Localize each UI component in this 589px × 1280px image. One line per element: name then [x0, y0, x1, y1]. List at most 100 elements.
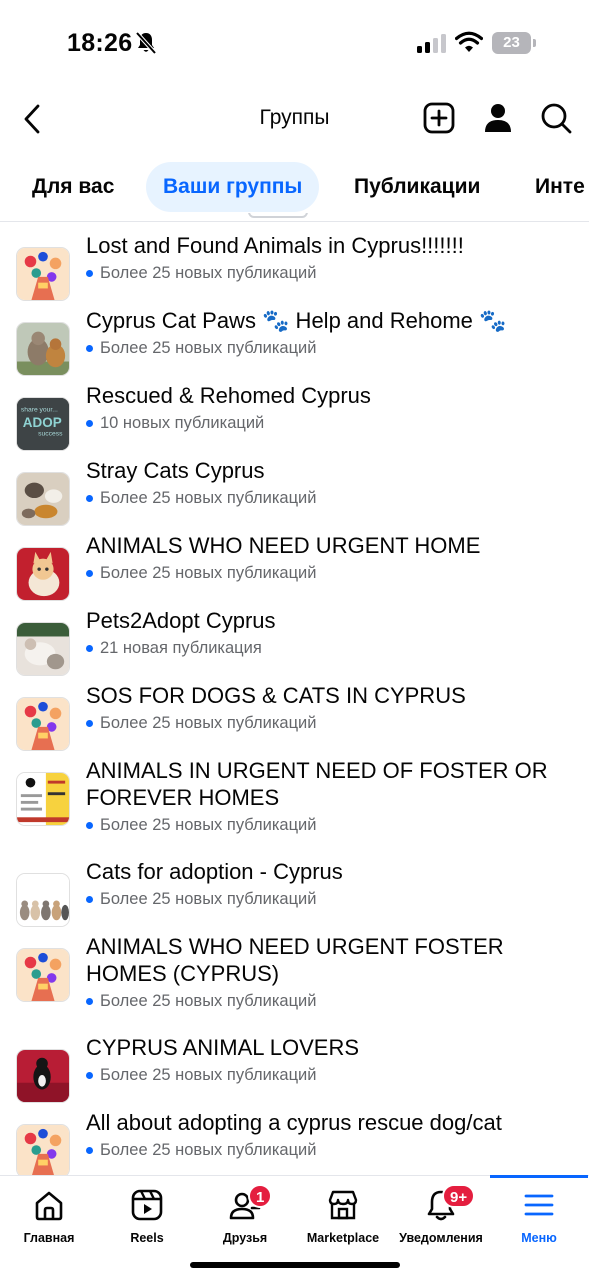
status-bar: 18:26 23 [0, 0, 589, 88]
nav-label: Главная [23, 1231, 75, 1245]
group-activity: Более 25 новых публикаций [100, 816, 317, 834]
unread-dot [86, 644, 93, 652]
group-row[interactable]: Lost and Found Animals in Cyprus!!!!!!! … [0, 232, 589, 307]
group-activity: Более 25 новых публикаций [100, 339, 317, 357]
group-name: ANIMALS WHO NEED URGENT FOSTER HOMES (CY… [86, 934, 504, 986]
group-row[interactable]: ANIMALS IN URGENT NEED OF FOSTER OR FORE… [0, 757, 589, 858]
group-avatar [16, 948, 70, 1002]
create-group-icon[interactable] [421, 100, 457, 136]
group-row[interactable]: share your... ADOP success Rescued & Reh… [0, 382, 589, 457]
group-avatar [16, 1124, 70, 1175]
group-activity: Более 25 новых публикаций [100, 992, 317, 1010]
group-row[interactable]: CYPRUS ANIMAL LOVERS Более 25 новых публ… [0, 1034, 589, 1109]
svg-text:success: success [38, 431, 63, 438]
search-icon[interactable] [538, 100, 574, 136]
group-avatar [16, 247, 70, 301]
group-name: ANIMALS IN URGENT NEED OF FOSTER OR FORE… [86, 758, 548, 810]
groups-list: Lost and Found Animals in Cyprus!!!!!!! … [0, 232, 589, 1175]
unread-dot [86, 997, 93, 1005]
cellular-signal-icon [417, 33, 446, 53]
group-activity: Более 25 новых публикаций [100, 564, 317, 582]
wifi-icon [455, 31, 483, 52]
home-icon [35, 1191, 63, 1221]
group-activity: Более 25 новых публикаций [100, 264, 317, 282]
unread-dot [86, 269, 93, 277]
group-activity: 21 новая публикация [100, 639, 262, 657]
group-name: Cats for adoption - Cyprus [86, 859, 343, 884]
nav-label: Marketplace [306, 1231, 380, 1245]
active-tab-indicator [490, 1175, 588, 1178]
group-name: Lost and Found Animals in Cyprus!!!!!!! [86, 233, 464, 258]
tab-for-you[interactable]: Для вас [15, 162, 131, 212]
group-name: Cyprus Cat Paws 🐾 Help and Rehome 🐾 [86, 308, 507, 333]
menu-icon [524, 1194, 554, 1216]
unread-dot [86, 1071, 93, 1079]
tab-interests[interactable]: Инте [518, 162, 589, 212]
nav-reels[interactable]: Reels [98, 1176, 196, 1256]
group-activity: Более 25 новых публикаций [100, 714, 317, 732]
nav-label: Уведомления [399, 1231, 483, 1245]
group-activity: Более 25 новых публикаций [100, 489, 317, 507]
unread-dot [86, 895, 93, 903]
group-name: CYPRUS ANIMAL LOVERS [86, 1035, 360, 1060]
unread-dot [86, 494, 93, 502]
group-name: SOS FOR DOGS & CATS IN CYPRUS [86, 683, 466, 708]
group-row[interactable]: Pets2Adopt Cyprus 21 новая публикация [0, 607, 589, 682]
group-activity: Более 25 новых публикаций [100, 890, 317, 908]
group-row[interactable]: Cats for adoption - Cyprus Более 25 новы… [0, 858, 589, 933]
group-avatar [16, 472, 70, 526]
nav-menu[interactable]: Меню [490, 1175, 588, 1256]
groups-screen: 18:26 23 Группы Для вас Ваши группы Публ… [0, 0, 589, 1280]
nav-label: Меню [521, 1231, 557, 1245]
nav-marketplace[interactable]: Marketplace [294, 1176, 392, 1256]
tab-posts[interactable]: Публикации [337, 162, 497, 212]
group-name: All about adopting a cyprus rescue dog/c… [86, 1110, 502, 1135]
status-time: 18:26 [67, 29, 133, 57]
group-avatar: share your... ADOP success [16, 397, 70, 451]
marketplace-icon [328, 1190, 358, 1220]
home-indicator [190, 1262, 400, 1268]
unread-dot [86, 344, 93, 352]
group-row[interactable]: ANIMALS WHO NEED URGENT HOME Более 25 но… [0, 532, 589, 607]
group-name: Pets2Adopt Cyprus [86, 608, 276, 633]
group-avatar [16, 322, 70, 376]
group-row[interactable]: SOS FOR DOGS & CATS IN CYPRUS Более 25 н… [0, 682, 589, 757]
group-avatar [16, 697, 70, 751]
top-header: Группы [0, 88, 589, 152]
group-avatar [16, 873, 70, 927]
nav-friends[interactable]: 1 Друзья [196, 1176, 294, 1256]
reels-icon [131, 1189, 163, 1221]
svg-text:ADOP: ADOP [23, 415, 62, 430]
nav-home[interactable]: Главная [0, 1176, 98, 1256]
nav-notifications[interactable]: 9+ Уведомления [392, 1176, 490, 1256]
friends-badge: 1 [248, 1184, 273, 1208]
notifications-badge: 9+ [442, 1184, 476, 1208]
group-activity: Более 25 новых публикаций [100, 1141, 317, 1159]
group-row[interactable]: All about adopting a cyprus rescue dog/c… [0, 1109, 589, 1175]
unread-dot [86, 1146, 93, 1154]
group-avatar [16, 547, 70, 601]
tabs-divider [0, 221, 589, 222]
group-row[interactable]: Stray Cats Cyprus Более 25 новых публика… [0, 457, 589, 532]
unread-dot [86, 719, 93, 727]
group-row[interactable]: Cyprus Cat Paws 🐾 Help and Rehome 🐾 Боле… [0, 307, 589, 382]
svg-text:share your...: share your... [21, 406, 58, 413]
group-activity: Более 25 новых публикаций [100, 1066, 317, 1084]
group-activity: 10 новых публикаций [100, 414, 265, 432]
group-row[interactable]: ANIMALS WHO NEED URGENT FOSTER HOMES (CY… [0, 933, 589, 1034]
group-avatar [16, 622, 70, 676]
tab-your-groups[interactable]: Ваши группы [146, 162, 320, 212]
unread-dot [86, 569, 93, 577]
group-tabs: Для вас Ваши группы Публикации Инте [0, 162, 589, 214]
profile-icon[interactable] [480, 100, 516, 136]
unread-dot [86, 821, 93, 829]
bell-muted-icon [135, 31, 157, 55]
nav-label: Друзья [222, 1231, 268, 1245]
group-name: ANIMALS WHO NEED URGENT HOME [86, 533, 481, 558]
nav-label: Reels [130, 1231, 164, 1245]
group-avatar [16, 1049, 70, 1103]
battery-level: 23 [492, 32, 531, 54]
group-name: Rescued & Rehomed Cyprus [86, 383, 371, 408]
unread-dot [86, 419, 93, 427]
group-avatar [16, 772, 70, 826]
